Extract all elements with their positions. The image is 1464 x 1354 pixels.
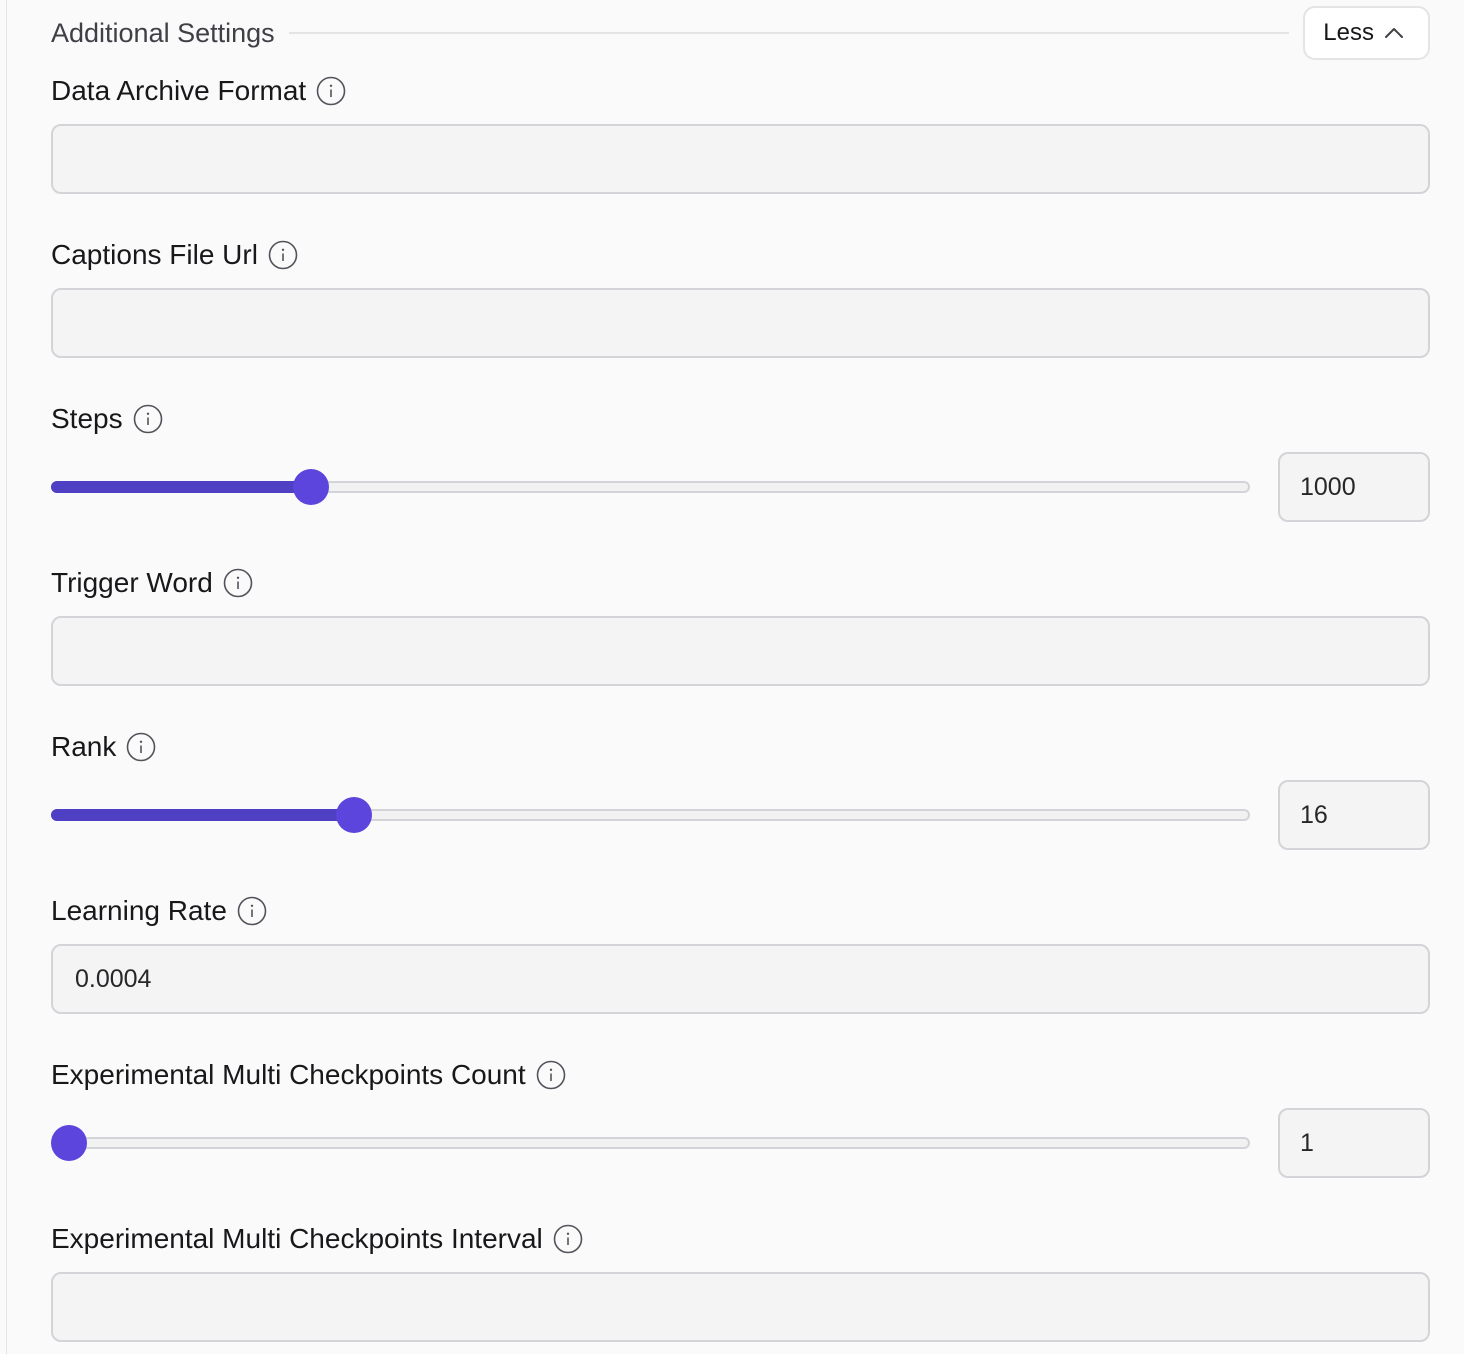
steps-number-input[interactable] — [1278, 452, 1430, 522]
multi-checkpoints-count-label: Experimental Multi Checkpoints Count — [51, 1059, 526, 1090]
steps-slider-row — [51, 452, 1430, 522]
steps-slider[interactable] — [51, 469, 1250, 505]
multi-checkpoints-count-number-input[interactable] — [1278, 1108, 1430, 1178]
field-label-row: Experimental Multi Checkpoints Count — [51, 1058, 1430, 1092]
field-steps: Steps — [51, 402, 1430, 522]
field-captions-file-url: Captions File Url — [51, 238, 1430, 358]
learning-rate-input[interactable] — [51, 944, 1430, 1014]
additional-settings-panel: Additional Settings Less Data Archive Fo… — [6, 0, 1464, 1354]
multi-checkpoints-interval-label: Experimental Multi Checkpoints Interval — [51, 1223, 543, 1254]
multi-checkpoints-count-slider-row — [51, 1108, 1430, 1178]
slider-fill — [51, 481, 311, 493]
learning-rate-label: Learning Rate — [51, 895, 227, 926]
field-data-archive-format: Data Archive Format — [51, 74, 1430, 194]
info-icon[interactable] — [237, 896, 267, 926]
slider-thumb[interactable] — [292, 469, 329, 505]
field-multi-checkpoints-interval: Experimental Multi Checkpoints Interval — [51, 1222, 1430, 1342]
info-icon[interactable] — [133, 404, 163, 434]
rank-label: Rank — [51, 731, 117, 762]
field-label-row: Learning Rate — [51, 894, 1430, 928]
captions-file-url-input[interactable] — [51, 288, 1430, 358]
data-archive-format-label: Data Archive Format — [51, 75, 307, 106]
info-icon[interactable] — [223, 568, 253, 598]
slider-fill — [51, 809, 354, 821]
rank-slider[interactable] — [51, 797, 1250, 833]
rank-number-input[interactable] — [1278, 780, 1430, 850]
field-label-row: Data Archive Format — [51, 74, 1430, 108]
chevron-up-icon — [1385, 28, 1403, 38]
info-icon[interactable] — [536, 1060, 566, 1090]
field-label-row: Experimental Multi Checkpoints Interval — [51, 1222, 1430, 1256]
rank-slider-row — [51, 780, 1430, 850]
multi-checkpoints-interval-input[interactable] — [51, 1272, 1430, 1342]
slider-thumb[interactable] — [51, 1125, 87, 1161]
section-title: Additional Settings — [51, 17, 275, 48]
section-divider — [288, 32, 1290, 34]
field-label-row: Captions File Url — [51, 238, 1430, 272]
info-icon[interactable] — [268, 240, 298, 270]
multi-checkpoints-count-slider[interactable] — [51, 1125, 1250, 1161]
data-archive-format-input[interactable] — [51, 124, 1430, 194]
field-multi-checkpoints-count: Experimental Multi Checkpoints Count — [51, 1058, 1430, 1178]
field-label-row: Trigger Word — [51, 566, 1430, 600]
field-trigger-word: Trigger Word — [51, 566, 1430, 686]
less-toggle-button[interactable]: Less — [1303, 6, 1430, 60]
field-learning-rate: Learning Rate — [51, 894, 1430, 1014]
info-icon[interactable] — [126, 732, 156, 762]
field-label-row: Rank — [51, 730, 1430, 764]
steps-label: Steps — [51, 403, 123, 434]
slider-thumb[interactable] — [335, 797, 372, 833]
info-icon[interactable] — [553, 1224, 583, 1254]
less-toggle-label: Less — [1323, 19, 1374, 46]
trigger-word-label: Trigger Word — [51, 567, 213, 598]
field-rank: Rank — [51, 730, 1430, 850]
info-icon[interactable] — [316, 76, 346, 106]
captions-file-url-label: Captions File Url — [51, 239, 258, 270]
section-header: Additional Settings Less — [51, 0, 1430, 66]
field-label-row: Steps — [51, 402, 1430, 436]
trigger-word-input[interactable] — [51, 616, 1430, 686]
slider-track — [51, 1137, 1250, 1149]
